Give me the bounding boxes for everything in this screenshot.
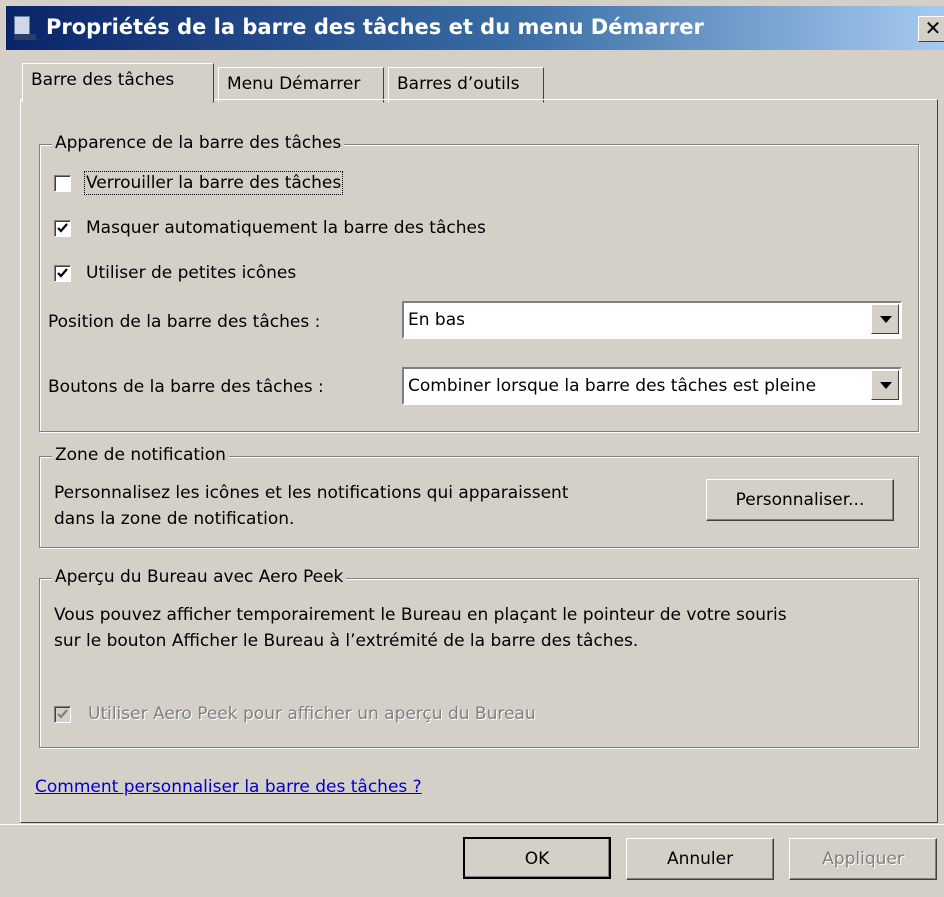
aero-peek-group: Aperçu du Bureau avec Aero Peek Vous pou… <box>39 567 919 748</box>
lock-taskbar-checkbox[interactable] <box>54 175 71 192</box>
notification-group: Zone de notification Personnalisez les i… <box>39 445 919 548</box>
appearance-group: Apparence de la barre des tâches Verroui… <box>39 133 919 432</box>
aero-peek-label[interactable]: Utiliser Aero Peek pour afficher un aper… <box>88 704 536 724</box>
taskbar-app-icon <box>14 16 36 40</box>
notification-legend: Zone de notification <box>52 445 229 465</box>
cancel-button-label: Annuler <box>666 849 734 869</box>
ok-button[interactable]: OK <box>463 837 611 879</box>
small-icons-checkbox[interactable] <box>54 265 71 282</box>
help-link[interactable]: Comment personnaliser la barre des tâche… <box>35 777 422 797</box>
position-select[interactable]: En bas <box>402 301 902 339</box>
cancel-button[interactable]: Annuler <box>626 838 774 880</box>
checkmark-icon <box>57 223 68 233</box>
window-title: Propriétés de la barre des tâches et du … <box>46 15 704 39</box>
dialog-window: Propriétés de la barre des tâches et du … <box>0 0 944 897</box>
position-label: Position de la barre des tâches : <box>48 312 321 332</box>
checkmark-icon <box>57 709 68 719</box>
tab-label: Barres d’outils <box>397 74 520 94</box>
checkmark-icon <box>57 268 68 278</box>
buttons-value: Combiner lorsque la barre des tâches est… <box>408 376 817 396</box>
apply-button[interactable]: Appliquer <box>789 838 937 880</box>
customize-button[interactable]: Personnaliser... <box>706 479 894 521</box>
close-icon: ✕ <box>924 16 942 40</box>
chevron-down-icon[interactable] <box>871 304 899 334</box>
lock-taskbar-label[interactable]: Verrouiller la barre des tâches <box>83 171 344 195</box>
position-value: En bas <box>408 310 465 330</box>
small-icons-label[interactable]: Utiliser de petites icônes <box>86 263 296 283</box>
autohide-checkbox[interactable] <box>54 220 71 237</box>
aero-peek-checkbox[interactable] <box>54 706 71 723</box>
customize-button-label: Personnaliser... <box>735 490 865 510</box>
notification-desc-line2: dans la zone de notification. <box>54 509 295 529</box>
tab-label: Barre des tâches <box>31 70 175 90</box>
chevron-down-icon[interactable] <box>871 370 899 400</box>
aero-peek-legend: Aperçu du Bureau avec Aero Peek <box>52 567 347 587</box>
tab-label: Menu Démarrer <box>227 74 361 94</box>
apply-button-label: Appliquer <box>822 849 904 869</box>
tab-menu-demarrer[interactable]: Menu Démarrer <box>218 67 384 103</box>
tab-barres-d-outils[interactable]: Barres d’outils <box>388 67 544 103</box>
tab-panel: Apparence de la barre des tâches Verroui… <box>20 99 938 823</box>
aero-peek-desc-line2: sur le bouton Afficher le Bureau à l’ext… <box>54 631 639 651</box>
close-button[interactable]: ✕ <box>918 16 944 42</box>
buttons-label: Boutons de la barre des tâches : <box>48 377 324 397</box>
appearance-legend: Apparence de la barre des tâches <box>52 133 345 153</box>
tab-barre-des-taches[interactable]: Barre des tâches <box>22 63 214 103</box>
title-bar[interactable]: Propriétés de la barre des tâches et du … <box>6 6 944 50</box>
notification-desc-line1: Personnalisez les icônes et les notifica… <box>54 483 569 503</box>
autohide-label[interactable]: Masquer automatiquement la barre des tâc… <box>86 218 486 238</box>
ok-button-label: OK <box>524 849 550 869</box>
footer-separator <box>0 824 944 825</box>
aero-peek-desc-line1: Vous pouvez afficher temporairement le B… <box>54 605 787 625</box>
buttons-select[interactable]: Combiner lorsque la barre des tâches est… <box>402 367 902 405</box>
